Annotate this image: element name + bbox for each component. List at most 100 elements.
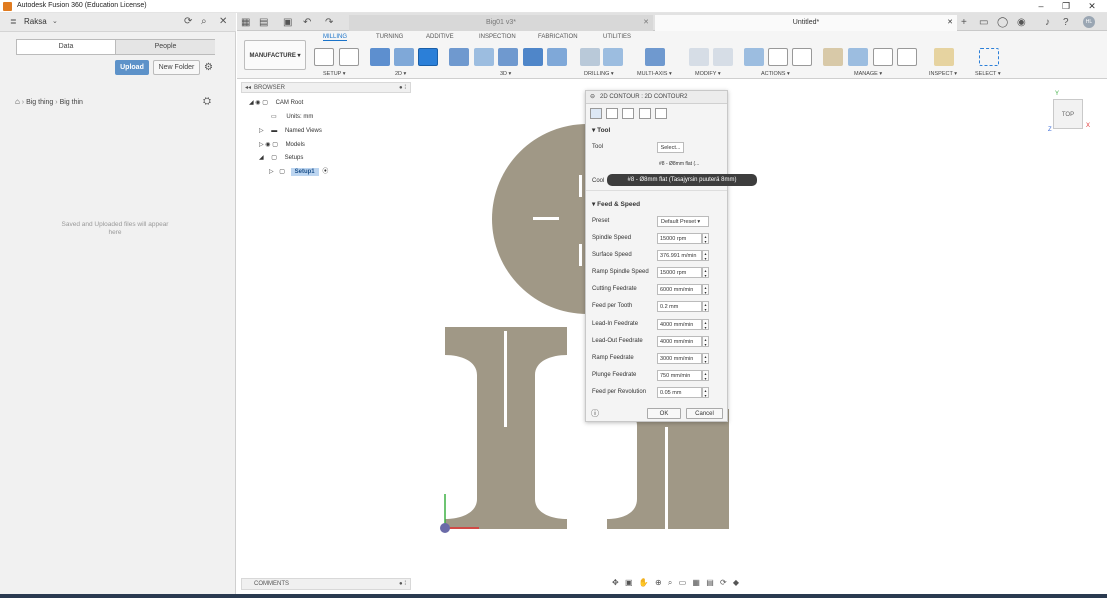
lead-in-feedrate-field[interactable]: 4000 mm/min [657,319,702,330]
2d-contour-icon[interactable] [418,48,438,66]
spinner-icon[interactable]: ▴ ▾ [702,284,709,295]
expand-icon[interactable]: ◢ [249,100,254,106]
redo-icon[interactable]: ↷ [325,17,333,28]
surface-speed-field[interactable]: 376.991 m/min [657,250,702,261]
feed-speed-section-header[interactable]: ▾ Feed & Speed [592,200,640,208]
extensions-icon[interactable]: ◉ [1017,17,1026,28]
tree-item-setups[interactable]: ◢ ▢ Setups [259,152,303,164]
doc-tab-big01[interactable]: Big01 v3* ✕ [349,15,653,31]
workspace-switcher[interactable]: MANUFACTURE ▾ [244,40,306,70]
group-select[interactable]: SELECT ▾ [975,71,1001,77]
refresh-icon[interactable]: ⟳ [184,16,192,27]
pin-icon[interactable]: ● ⁞ [399,83,406,93]
drill-icon[interactable] [580,48,600,66]
tab-inspection[interactable]: INSPECTION [479,34,516,40]
setup-sheet-icon[interactable] [792,48,812,66]
tool-tab-icon[interactable] [590,108,602,119]
group-modify[interactable]: MODIFY ▾ [695,71,721,77]
feed-per-tooth-field[interactable]: 0.2 mm [657,301,702,312]
tree-item-named-views[interactable]: ▷ ▬ Named Views [259,125,322,137]
tab-utilities[interactable]: UTILITIES [603,34,631,40]
group-setup[interactable]: SETUP ▾ [323,71,346,77]
group-drilling[interactable]: DRILLING ▾ [584,71,614,77]
viewcube[interactable]: TOP [1053,99,1083,129]
post-library-icon[interactable] [897,48,917,66]
look-at-icon[interactable]: ▣ [625,578,635,587]
measure-icon[interactable] [934,48,954,66]
avatar[interactable]: HL [1083,16,1095,28]
2d-face-icon[interactable] [394,48,414,66]
spinner-icon[interactable]: ▴ ▾ [702,233,709,244]
modify-icon[interactable] [689,48,709,66]
spinner-icon[interactable]: ▴ ▾ [702,301,709,312]
select-icon[interactable] [979,48,999,66]
multi-axis-icon[interactable] [645,48,665,66]
undo-icon[interactable]: ↶ [303,17,311,28]
spinner-icon[interactable]: ▴ ▾ [702,370,709,381]
spinner-icon[interactable]: ▴ ▾ [702,319,709,330]
templates-icon[interactable] [873,48,893,66]
spinner-icon[interactable]: ▴ ▾ [702,336,709,347]
spinner-icon[interactable]: ▴ ▾ [702,353,709,364]
chat-icon[interactable]: ▭ [979,17,988,28]
help-icon[interactable]: ? [1063,17,1069,28]
new-tab-icon[interactable]: + [961,17,967,28]
tree-item-setup1[interactable]: ▷ ▢ Setup1 ⦿ [269,166,328,178]
tool-section-header[interactable]: ▾ Tool [592,126,610,134]
radio-icon[interactable]: ⦿ [322,169,328,175]
tree-item-cam-root[interactable]: ◢ ◉ ▢ CAM Root [249,97,303,109]
preset-dropdown[interactable]: Default Preset ▾ [657,216,709,227]
group-inspect[interactable]: INSPECT ▾ [929,71,957,77]
info-icon[interactable]: ⓘ [591,408,599,419]
3d-steep-icon[interactable] [498,48,518,66]
close-window-button[interactable]: ✕ [1079,0,1105,13]
new-folder-button[interactable]: New Folder [153,60,200,75]
upload-button[interactable]: Upload [115,60,149,75]
lead-out-feedrate-field[interactable]: 4000 mm/min [657,336,702,347]
eye-icon[interactable]: ◉ [265,142,270,148]
group-3d[interactable]: 3D ▾ [500,71,511,77]
tab-additive[interactable]: ADDITIVE [426,34,454,40]
doc-tab-untitled[interactable]: Untitled* ✕ [655,15,957,31]
close-tab-icon[interactable]: ✕ [947,15,953,31]
expand-icon[interactable]: ◢ [259,155,264,161]
gear-icon[interactable]: ⚙ [204,62,213,73]
3d-adaptive-icon[interactable] [449,48,469,66]
group-2d[interactable]: 2D ▾ [395,71,406,77]
delete-toolpath-icon[interactable] [713,48,733,66]
viewports-icon[interactable]: ▤ [706,578,716,587]
expand-icon[interactable]: ▷ [259,128,264,134]
leg-part-left[interactable] [445,327,567,529]
close-tab-icon[interactable]: ✕ [643,15,649,31]
group-manage[interactable]: MANAGE ▾ [854,71,882,77]
cancel-button[interactable]: Cancel [686,408,723,419]
setup-icon[interactable] [314,48,334,66]
fit-icon[interactable]: ⌕ [668,578,674,587]
zoom-icon[interactable]: ⊕ [655,578,664,587]
folder-settings-icon[interactable]: ⛭ [203,96,211,107]
tree-item-models[interactable]: ▷ ◉ ▢ Models [259,139,305,151]
post-process-icon[interactable] [768,48,788,66]
machine-library-icon[interactable] [848,48,868,66]
feed-per-revolution-field[interactable]: 0.05 mm [657,387,702,398]
spinner-icon[interactable]: ▴ ▾ [702,267,709,278]
dialog-header[interactable]: ⊖ 2D CONTOUR : 2D CONTOUR2 [586,91,727,104]
leg-part-right[interactable] [607,409,729,529]
minimize-button[interactable]: – [1028,0,1054,13]
plunge-feedrate-field[interactable]: 750 mm/min [657,370,702,381]
eye-icon[interactable]: ◉ [255,100,260,106]
group-actions[interactable]: ACTIONS ▾ [761,71,790,77]
ramp-spindle-speed-field[interactable]: 15000 rpm [657,267,702,278]
expand-icon[interactable]: ▷ [269,169,274,175]
team-selector[interactable]: Raksa [24,17,47,26]
passes-tab-icon[interactable] [639,108,651,119]
browser-header[interactable]: ◂◂ BROWSER ● ⁞ [241,82,411,93]
grid-settings-icon[interactable]: ▦ [692,578,702,587]
heights-tab-icon[interactable] [622,108,634,119]
breadcrumb-item[interactable]: Big thin [60,99,83,106]
cutting-feedrate-field[interactable]: 6000 mm/min [657,284,702,295]
spinner-icon[interactable]: ▴ ▾ [702,250,709,261]
restore-button[interactable]: ❐ [1053,0,1079,13]
tab-turning[interactable]: TURNING [376,34,403,40]
orbit-icon[interactable]: ✥ [612,578,621,587]
